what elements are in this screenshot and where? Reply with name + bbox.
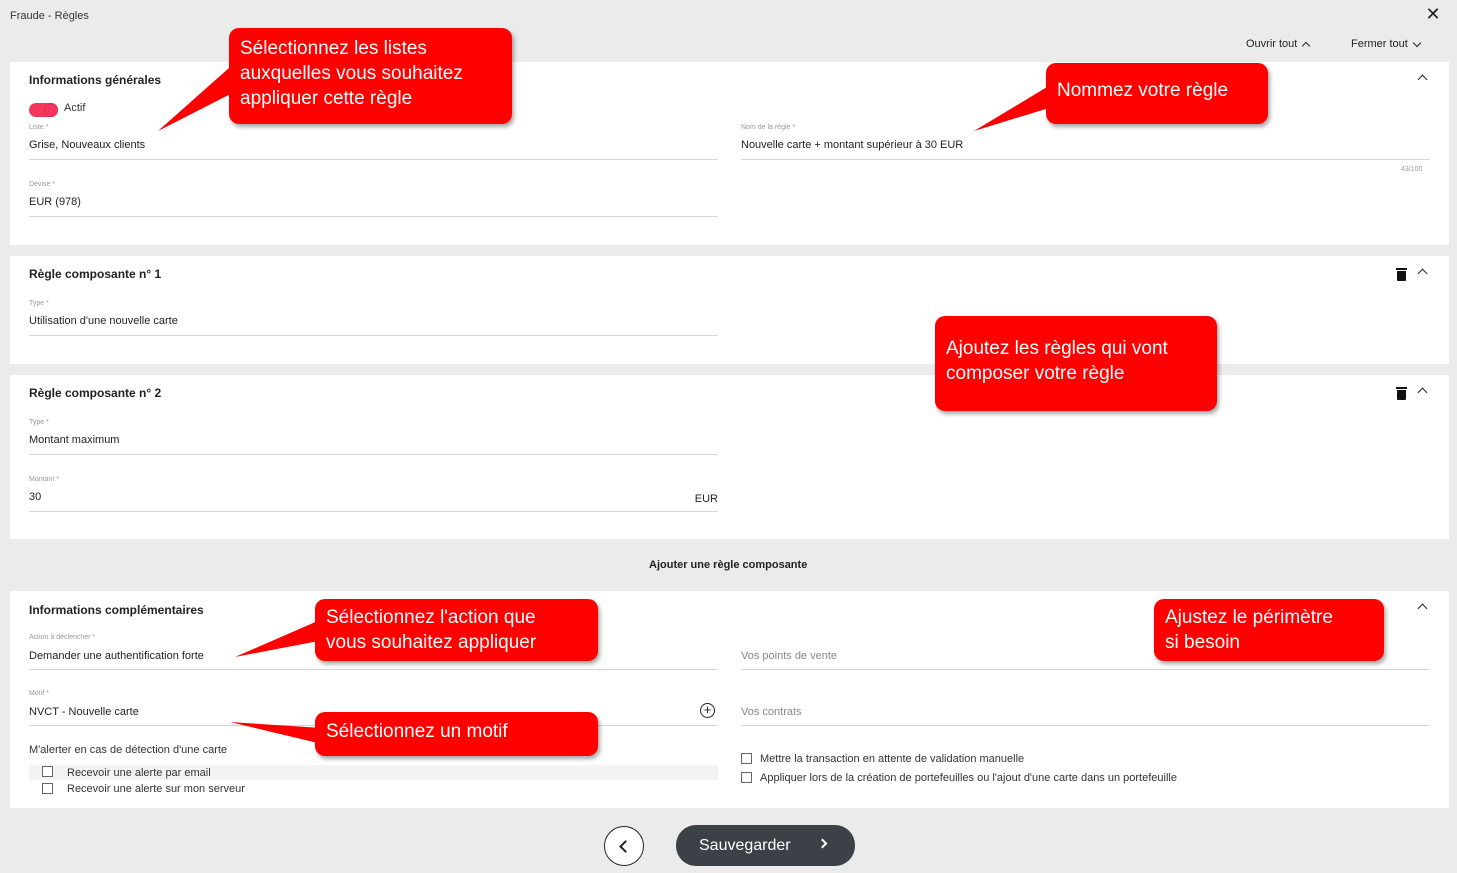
currency-value: EUR (978) [29,196,81,208]
alert-server-label: Recevoir une alerte sur mon serveur [67,783,245,795]
rule-component-2-title: Règle composante n° 2 [29,386,162,400]
action-value: Demander une authentification forte [29,650,204,662]
list-field[interactable]: Liste * Grise, Nouveaux clients [29,122,718,160]
callout-name-rule: Nommez votre règle [1046,63,1268,124]
save-button[interactable]: Sauvegarder [676,825,855,866]
alert-email-checkbox[interactable] [42,766,53,777]
rule-component-2-card: Règle composante n° 2 Type * Montant max… [10,375,1449,539]
close-all-button[interactable]: Fermer tout [1351,38,1422,50]
currency-field[interactable]: Devise * EUR (978) [29,179,718,217]
active-label: Actif [64,102,86,114]
contracts-field[interactable]: Vos contrats [741,688,1430,726]
delete-rule-1-icon[interactable] [1396,268,1407,281]
motif-value: NVCT - Nouvelle carte [29,706,139,718]
collapse-rule-2-icon[interactable] [1417,386,1427,396]
callout-lists-line-1: Sélectionnez les listes [240,38,427,59]
open-all-button[interactable]: Ouvrir tout [1246,38,1311,51]
alert-title: M'alerter en cas de détection d'une cart… [29,744,228,756]
rule-component-1-card: Règle composante n° 1 Type * Utilisation… [10,256,1449,364]
rule-1-type-field[interactable]: Type * Utilisation d'une nouvelle carte [29,298,718,336]
collapse-rule-1-icon[interactable] [1417,267,1427,277]
amount-suffix: EUR [694,493,718,505]
save-label: Sauvegarder [699,837,791,854]
contracts-placeholder: Vos contrats [741,706,802,718]
hold-manual-checkbox[interactable] [741,753,752,764]
callout-name-text: Nommez votre règle [1057,80,1229,101]
close-all-label: Fermer tout [1351,38,1408,50]
list-label: Liste * [29,124,49,131]
active-toggle[interactable] [29,103,58,117]
open-all-label: Ouvrir tout [1246,38,1298,50]
general-info-title: Informations générales [29,73,162,87]
motif-label: Motif * [29,690,49,697]
window-title: Fraude - Règles [10,10,89,22]
toggle-knob [45,104,57,116]
callout-rules-line-1: Ajoutez les règles qui vont [946,338,1168,359]
rule-2-type-value: Montant maximum [29,434,120,446]
add-motif-icon[interactable]: + [700,703,715,718]
alert-server-checkbox[interactable] [42,783,53,794]
chevron-down-icon [1412,38,1422,47]
rule-1-type-label: Type * [29,300,49,307]
callout-select-lists: Sélectionnez les listes auxquelles vous … [229,28,512,124]
extra-info-title: Informations complémentaires [29,603,204,617]
callout-perimeter-line-2: si besoin [1165,632,1240,653]
apply-wallet-label: Appliquer lors de la création de portefe… [760,772,1177,784]
callout-lists-line-2: auxquelles vous souhaitez [240,63,463,84]
alert-email-label: Recevoir une alerte par email [67,767,211,779]
close-icon[interactable]: ✕ [1424,5,1442,23]
rule-component-1-title: Règle composante n° 1 [29,267,162,281]
callout-rules-line-2: composer votre règle [946,363,1125,384]
rule-2-type-field[interactable]: Type * Montant maximum [29,417,718,455]
callout-lists-line-3: appliquer cette règle [240,88,413,109]
delete-rule-2-icon[interactable] [1396,387,1407,400]
rule-name-field[interactable]: Nom de la règle * Nouvelle carte + monta… [741,122,1430,160]
previous-button[interactable] [604,826,644,866]
callout-action-line-2: vous souhaitez appliquer [326,632,537,653]
action-label: Action à déclencher * [29,634,96,641]
rule-1-type-value: Utilisation d'une nouvelle carte [29,315,178,327]
callout-select-action: Sélectionnez l'action que vous souhaitez… [315,599,598,661]
chevron-right-icon [817,838,828,849]
currency-label: Devise * [29,181,56,188]
list-value: Grise, Nouveaux clients [29,139,146,151]
amount-value: 30 [29,491,42,503]
rule-2-type-label: Type * [29,419,49,426]
rule-name-value: Nouvelle carte + montant supérieur à 30 … [741,139,964,151]
callout-perimeter-line-1: Ajustez le périmètre [1165,607,1333,628]
points-of-sale-placeholder: Vos points de vente [741,650,838,662]
collapse-extra-icon[interactable] [1417,602,1427,612]
callout-add-rules: Ajoutez les règles qui vont composer vot… [935,316,1217,411]
amount-field[interactable]: Montant * 30 EUR [29,474,718,512]
collapse-general-icon[interactable] [1417,73,1427,83]
callout-select-motif: Sélectionnez un motif [315,712,598,756]
callout-motif-text: Sélectionnez un motif [326,721,508,742]
callout-action-line-1: Sélectionnez l'action que [326,607,536,628]
rule-name-label: Nom de la règle * [741,124,796,131]
chevron-up-icon [1302,41,1311,51]
add-rule-component-button[interactable]: Ajouter une règle composante [649,559,807,571]
hold-manual-label: Mettre la transaction en attente de vali… [760,753,1025,765]
amount-label: Montant * [29,476,59,483]
rule-name-counter: 43/100 [1401,166,1423,173]
apply-wallet-checkbox[interactable] [741,772,752,783]
callout-adjust-perimeter: Ajustez le périmètre si besoin [1154,599,1384,661]
